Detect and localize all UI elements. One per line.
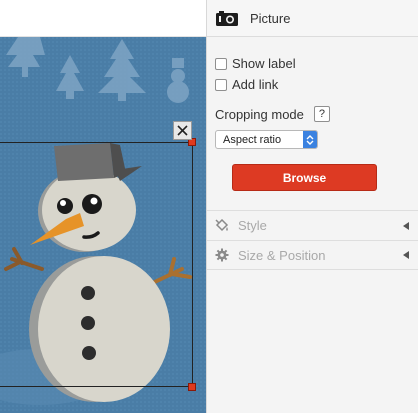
- show-label-checkbox[interactable]: Show label: [215, 56, 296, 71]
- selected-picture[interactable]: [0, 37, 206, 413]
- collapse-arrow-icon: [403, 251, 409, 259]
- canvas-area: [0, 0, 206, 413]
- browse-button[interactable]: Browse: [232, 164, 377, 191]
- panel-title: Picture: [250, 10, 291, 26]
- cropping-mode-select[interactable]: Aspect ratio: [215, 130, 318, 149]
- section-style[interactable]: Style: [207, 210, 418, 240]
- picture-properties-panel: Picture Show label Add link Cropping mod…: [206, 0, 418, 413]
- cropping-mode-row: Cropping mode ?: [215, 106, 330, 122]
- canvas-top-strip: [0, 0, 206, 37]
- cropping-help-button[interactable]: ?: [313, 106, 330, 122]
- paint-bucket-icon: [215, 218, 229, 233]
- section-size-position-label: Size & Position: [238, 247, 326, 263]
- show-label-checkbox-box[interactable]: [215, 57, 227, 70]
- close-icon: [177, 125, 188, 136]
- collapse-arrow-icon: [403, 221, 409, 230]
- gear-icon: [215, 248, 229, 262]
- cropping-mode-value: Aspect ratio: [223, 133, 282, 146]
- delete-element-button[interactable]: [173, 121, 192, 140]
- section-size-position[interactable]: Size & Position: [207, 240, 418, 270]
- snowman-illustration: [0, 37, 206, 413]
- camera-icon: [216, 10, 238, 26]
- cropping-mode-label: Cropping mode: [215, 106, 304, 122]
- select-arrows-icon: [303, 131, 317, 148]
- add-link-checkbox-box[interactable]: [215, 78, 227, 91]
- add-link-text: Add link: [232, 77, 279, 92]
- show-label-text: Show label: [232, 56, 296, 71]
- panel-header: Picture: [207, 0, 418, 37]
- add-link-checkbox[interactable]: Add link: [215, 77, 278, 92]
- resize-handle-bottom-right[interactable]: [188, 383, 196, 391]
- section-style-label: Style: [238, 218, 267, 233]
